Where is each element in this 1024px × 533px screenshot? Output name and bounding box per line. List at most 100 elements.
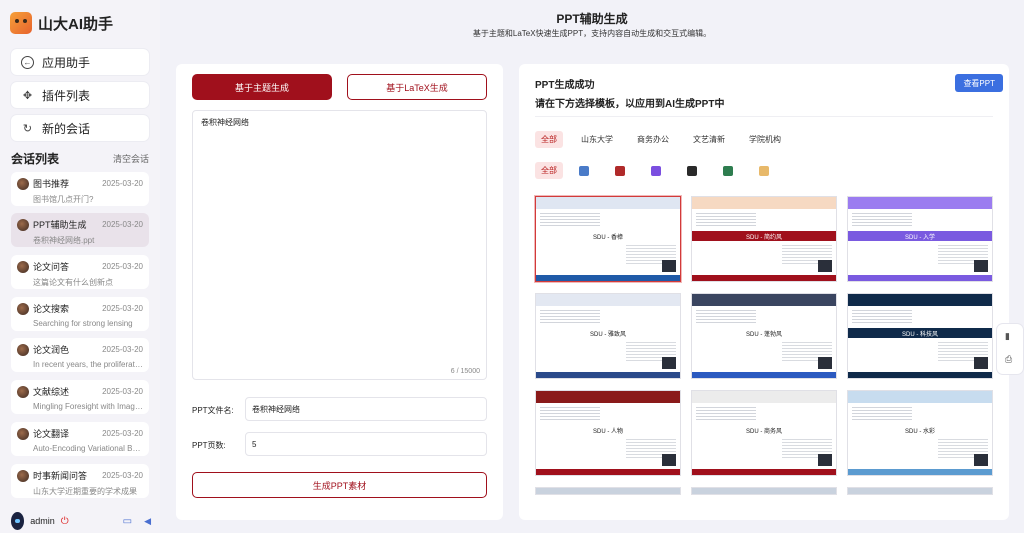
template-text-lines <box>540 310 600 324</box>
tab-latex-generate[interactable]: 基于LaTeX生成 <box>347 74 487 100</box>
template-footer-band <box>692 469 836 475</box>
template-header-band <box>692 197 836 209</box>
template-name: SDU - 入学 <box>904 235 935 241</box>
template-image <box>662 454 676 466</box>
category-chip[interactable]: 山东大学 <box>575 131 619 148</box>
generate-ppt-button[interactable]: 生成PPT素材 <box>192 472 487 498</box>
template-text-lines <box>696 213 756 227</box>
color-all-chip[interactable]: 全部 <box>535 162 563 179</box>
template-footer-band <box>692 275 836 281</box>
conversation-title: 论文润色 <box>33 345 70 355</box>
avatar <box>17 260 29 273</box>
template-hint: 请在下方选择模板，以应用到AI生成PPT中 <box>535 99 725 110</box>
generation-form-panel: 基于主题生成 基于LaTeX生成 卷积神经网络 6 / 15000 PPT文件名… <box>176 64 503 520</box>
sidebar: 山大AI助手 ← 应用助手 ✥ 插件列表 ↻ 新的会话 会话列表 清空会话 图书… <box>0 0 160 533</box>
template-text-lines <box>696 407 756 421</box>
plugins-label: 插件列表 <box>42 88 91 103</box>
conversation-preview: 山东大学近期重要的学术成果 <box>33 487 137 496</box>
template-image <box>974 454 988 466</box>
conversation-preview: 卷积神经网络.ppt <box>33 236 95 245</box>
template-text-lines <box>696 310 756 324</box>
color-swatch[interactable] <box>651 165 661 176</box>
topic-text: 卷积神经网络 <box>201 118 249 127</box>
template-card[interactable]: SDU - 商务风 <box>691 390 837 476</box>
conversation-date: 2025-03-20 <box>102 387 143 396</box>
divider <box>535 116 993 117</box>
template-image <box>818 260 832 272</box>
template-card[interactable]: SDU - 科技风 <box>847 293 993 379</box>
power-icon[interactable]: ⏻ <box>61 516 69 527</box>
avatar <box>17 343 29 356</box>
filename-input[interactable]: 卷积神经网络 <box>245 397 487 421</box>
category-chip[interactable]: 文艺清新 <box>687 131 731 148</box>
new-chat-button[interactable]: ↻ 新的会话 <box>11 115 149 141</box>
conversation-item[interactable]: 时事新闻问答 2025-03-20 山东大学近期重要的学术成果 <box>11 464 149 498</box>
app-assistant-button[interactable]: ← 应用助手 <box>11 49 149 75</box>
clear-conversations-link[interactable]: 清空会话 <box>113 152 149 165</box>
floating-toolbar: ▮ ⎙ <box>997 324 1023 374</box>
conversation-title: 文献综述 <box>33 387 70 397</box>
conversation-title: 论文翻译 <box>33 429 70 439</box>
plugins-button[interactable]: ✥ 插件列表 <box>11 82 149 108</box>
pages-input[interactable]: 5 <box>245 432 487 456</box>
color-swatch[interactable] <box>723 165 733 176</box>
color-swatch[interactable] <box>759 165 769 176</box>
conversation-title: 论文问答 <box>33 262 70 272</box>
template-image <box>974 357 988 369</box>
template-name: SDU - 蓬勃风 <box>745 332 782 338</box>
collapse-sidebar-icon[interactable]: ◀ <box>144 516 151 527</box>
printer-icon[interactable]: ⎙ <box>1005 354 1012 365</box>
monitor-icon[interactable]: ▭ <box>123 516 132 527</box>
tab-topic-generate[interactable]: 基于主题生成 <box>192 74 332 100</box>
view-ppt-button[interactable]: 查看PPT <box>955 74 1003 92</box>
conversation-date: 2025-03-20 <box>102 345 143 354</box>
conversation-preview: 这篇论文有什么创新点 <box>33 278 113 287</box>
template-text-lines <box>852 310 912 324</box>
template-card[interactable]: SDU - 香樟 <box>535 196 681 282</box>
robot-avatar-icon[interactable] <box>11 512 25 530</box>
color-swatch[interactable] <box>615 165 625 176</box>
conversation-item[interactable]: 图书推荐 2025-03-20 图书馆几点开门? <box>11 172 149 206</box>
topic-textarea[interactable]: 卷积神经网络 6 / 15000 <box>192 110 487 380</box>
conversation-item[interactable]: 论文搜索 2025-03-20 Searching for strong lens… <box>11 297 149 331</box>
conversation-date: 2025-03-20 <box>102 304 143 313</box>
template-card[interactable] <box>535 487 681 495</box>
template-card[interactable]: SDU - 入学 <box>847 196 993 282</box>
conversation-list-header: 会话列表 清空会话 <box>11 150 149 167</box>
user-name: admin <box>30 516 55 526</box>
template-name: SDU - 人物 <box>592 429 623 435</box>
conversation-preview: In recent years, the proliferation ... <box>33 360 143 369</box>
template-footer-band <box>692 372 836 378</box>
template-card[interactable] <box>691 487 837 495</box>
info-icon[interactable]: ▮ <box>1005 331 1010 342</box>
pages-label: PPT页数: <box>192 441 226 450</box>
conversation-date: 2025-03-20 <box>102 262 143 271</box>
template-card[interactable]: SDU - 人物 <box>535 390 681 476</box>
result-panel: PPT生成成功 请在下方选择模板，以应用到AI生成PPT中 查看PPT 全部 山… <box>519 64 1009 520</box>
template-card[interactable]: SDU - 蓬勃风 <box>691 293 837 379</box>
color-swatch[interactable] <box>687 165 697 176</box>
category-chip[interactable]: 学院机构 <box>743 131 787 148</box>
conversation-item[interactable]: 论文问答 2025-03-20 这篇论文有什么创新点 <box>11 255 149 289</box>
template-image <box>974 260 988 272</box>
conversation-title: 图书推荐 <box>33 179 70 189</box>
conversation-date: 2025-03-20 <box>102 471 143 480</box>
category-chip[interactable]: 商务办公 <box>631 131 675 148</box>
template-header-band <box>536 294 680 306</box>
conversation-date: 2025-03-20 <box>102 220 143 229</box>
template-card[interactable]: SDU - 简约风 <box>691 196 837 282</box>
template-card[interactable]: SDU - 雅致风 <box>535 293 681 379</box>
template-card[interactable]: SDU - 水彩 <box>847 390 993 476</box>
conversation-item[interactable]: 论文翻译 2025-03-20 Auto-Encoding Variational… <box>11 422 149 456</box>
template-card[interactable] <box>847 487 993 495</box>
conversation-title: PPT辅助生成 <box>33 220 87 230</box>
conversation-item[interactable]: 文献综述 2025-03-20 Mingling Foresight with I… <box>11 380 149 414</box>
conversation-item[interactable]: 论文润色 2025-03-20 In recent years, the prol… <box>11 338 149 372</box>
avatar <box>17 218 29 231</box>
template-header-band <box>848 294 992 306</box>
category-chip[interactable]: 全部 <box>535 131 563 148</box>
color-swatch[interactable] <box>579 165 589 176</box>
conversation-item[interactable]: PPT辅助生成 2025-03-20 卷积神经网络.ppt <box>11 213 149 247</box>
conversation-preview: 图书馆几点开门? <box>33 195 94 204</box>
page-subtitle: 基于主题和LaTeX快速生成PPT，支持内容自动生成和交互式编辑。 <box>472 29 712 38</box>
